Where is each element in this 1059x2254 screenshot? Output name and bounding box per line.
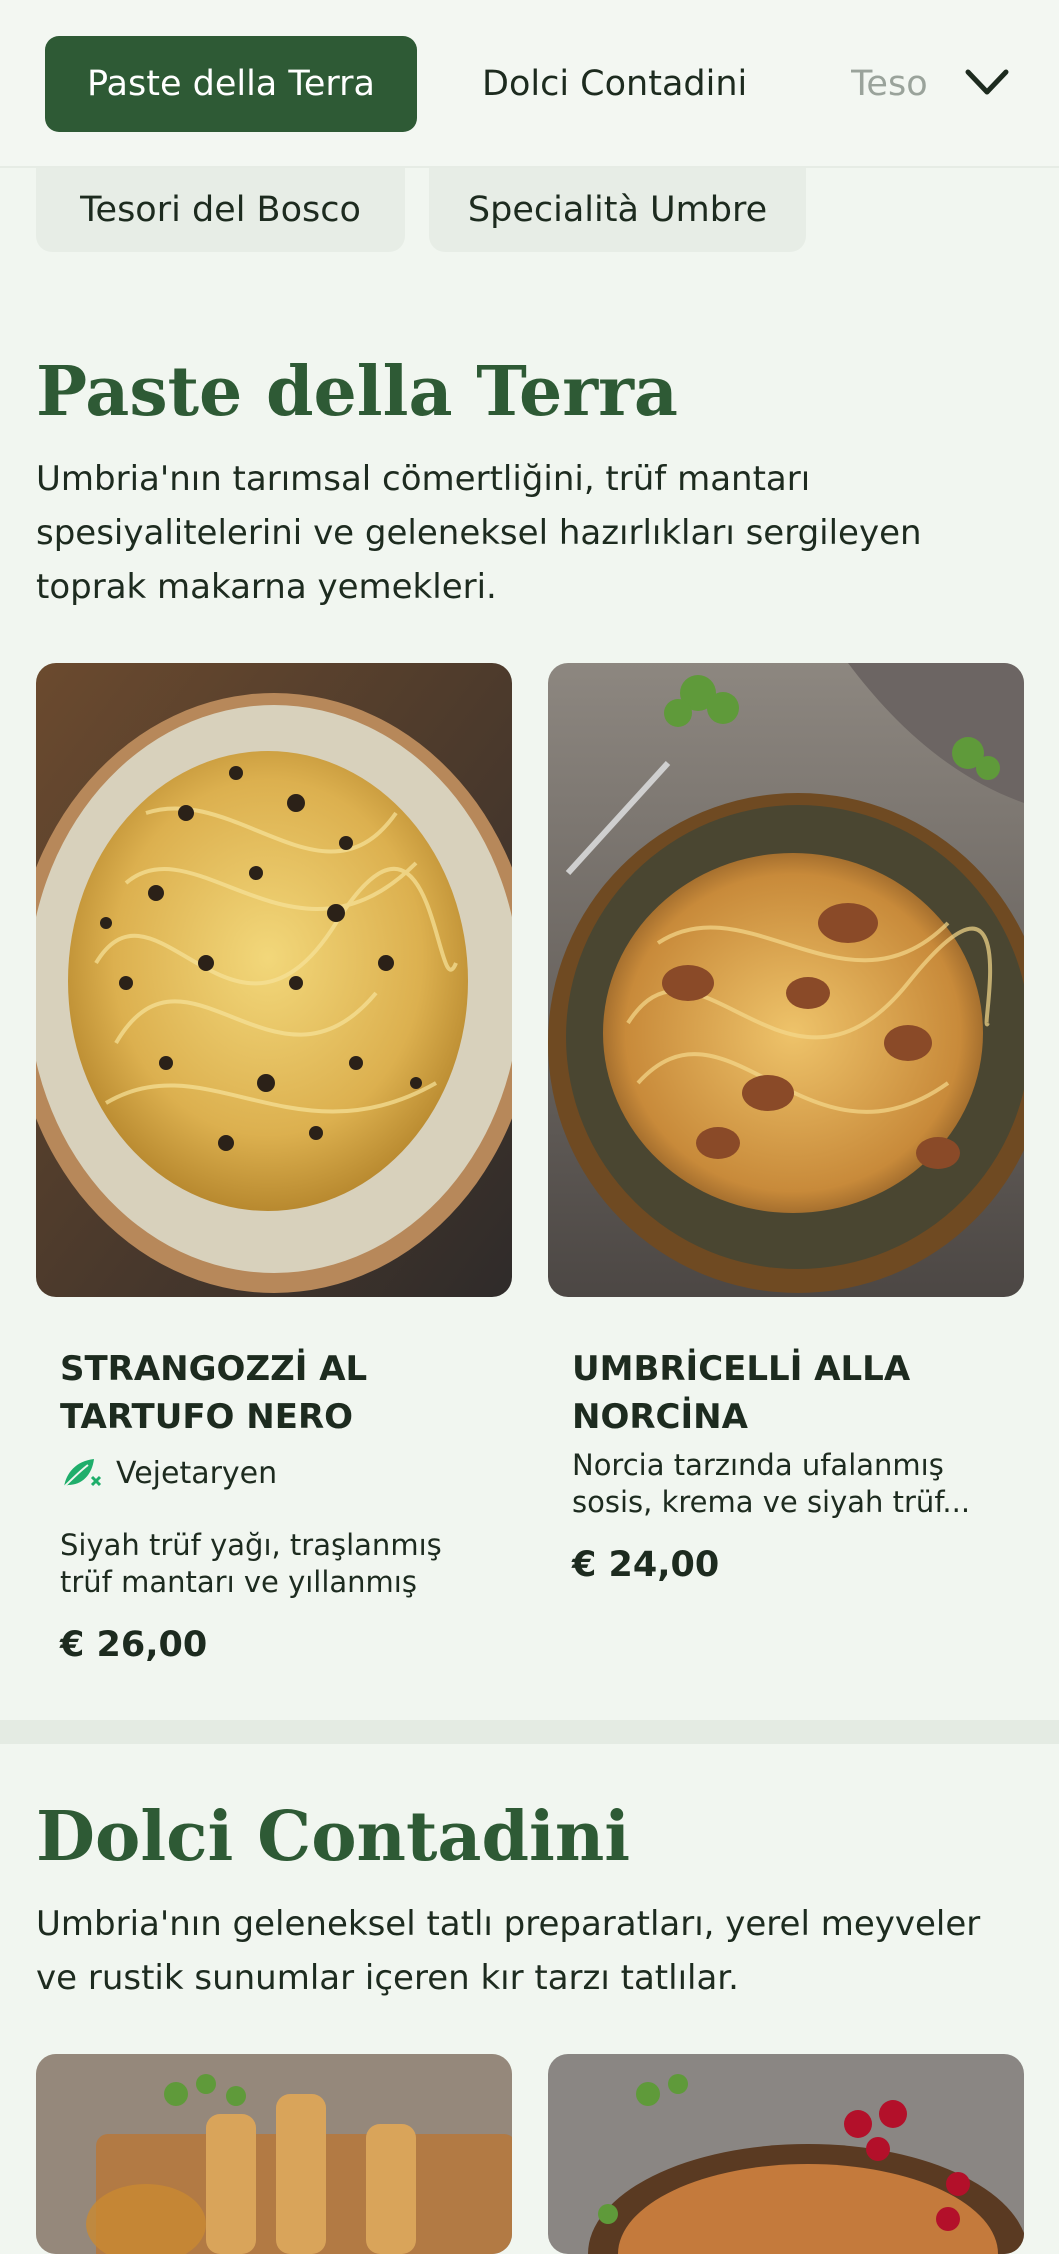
dish-description: Norcia tarzında ufalanmış sosis, krema v… bbox=[572, 1448, 971, 1519]
dish-name[interactable]: STRANGOZZİ AL TARTUFO NERO bbox=[60, 1345, 480, 1441]
category-nav: Paste della Terra Dolci Contadini Teso bbox=[0, 0, 1059, 168]
dish-photo-strangozzi[interactable] bbox=[36, 663, 512, 1297]
tab-tesori-truncated[interactable]: Teso bbox=[851, 36, 933, 132]
vegetarian-leaf-icon bbox=[63, 1459, 102, 1488]
dish-name[interactable]: UMBRİCELLİ ALLA NORCİNA bbox=[572, 1345, 992, 1441]
category-nav-overflow: Tesori del Bosco Specialità Umbre bbox=[0, 168, 1059, 252]
tab-specialita-umbre[interactable]: Specialità Umbre bbox=[429, 168, 806, 252]
dish-price: € 26,00 bbox=[60, 1625, 208, 1665]
dish-price: € 24,00 bbox=[572, 1545, 720, 1585]
section-title: Dolci Contadini bbox=[36, 1797, 631, 1877]
dish-description: Siyah trüf yağı, traşlanmış trüf mantarı… bbox=[60, 1528, 442, 1599]
section-title: Paste della Terra bbox=[36, 352, 678, 432]
dish-photo-umbricelli[interactable] bbox=[548, 663, 1024, 1297]
dish-photo-dessert-2[interactable] bbox=[548, 2054, 1024, 2254]
vegetarian-badge: Vejetaryen bbox=[60, 1455, 277, 1491]
section-divider bbox=[0, 1720, 1059, 1744]
tab-dolci-contadini[interactable]: Dolci Contadini bbox=[482, 36, 747, 132]
section-description: Umbria'nın geleneksel tatlı preparatları… bbox=[36, 1904, 981, 1998]
tab-paste-della-terra[interactable]: Paste della Terra bbox=[45, 36, 417, 132]
section-description: Umbria'nın tarımsal cömertliğini, trüf m… bbox=[36, 459, 922, 607]
chevron-down-icon[interactable] bbox=[962, 62, 1012, 102]
tab-tesori-del-bosco[interactable]: Tesori del Bosco bbox=[36, 168, 405, 252]
dish-photo-dessert-1[interactable] bbox=[36, 2054, 512, 2254]
vegetarian-label: Vejetaryen bbox=[116, 1455, 278, 1491]
